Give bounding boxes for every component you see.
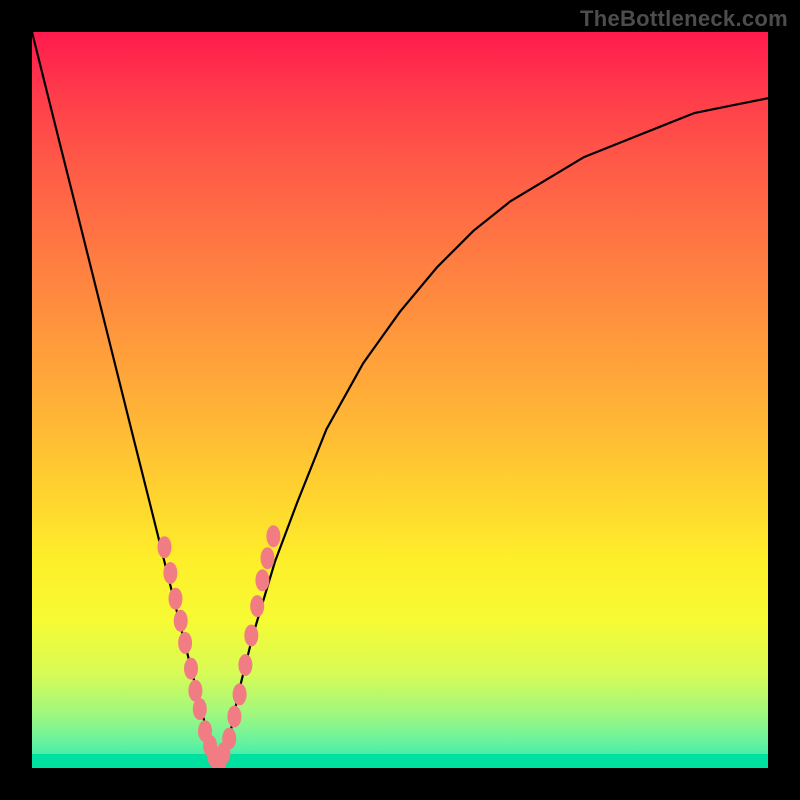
sample-dot [244, 625, 258, 647]
sample-dot [255, 569, 269, 591]
sample-dot [174, 610, 188, 632]
sample-dot [163, 562, 177, 584]
sample-dot [184, 658, 198, 680]
chart-svg [32, 32, 768, 768]
watermark-text: TheBottleneck.com [580, 6, 788, 32]
sample-dot [238, 654, 252, 676]
sample-dot [193, 698, 207, 720]
bottleneck-curve [32, 32, 768, 761]
sample-dot [266, 525, 280, 547]
sample-dot [222, 728, 236, 750]
plot-area [32, 32, 768, 768]
sample-dot [261, 547, 275, 569]
sample-dots-group [158, 525, 281, 768]
sample-dot [233, 683, 247, 705]
sample-dot [169, 588, 183, 610]
outer-frame: TheBottleneck.com [0, 0, 800, 800]
sample-dot [227, 706, 241, 728]
sample-dot [250, 595, 264, 617]
sample-dot [158, 536, 172, 558]
sample-dot [178, 632, 192, 654]
